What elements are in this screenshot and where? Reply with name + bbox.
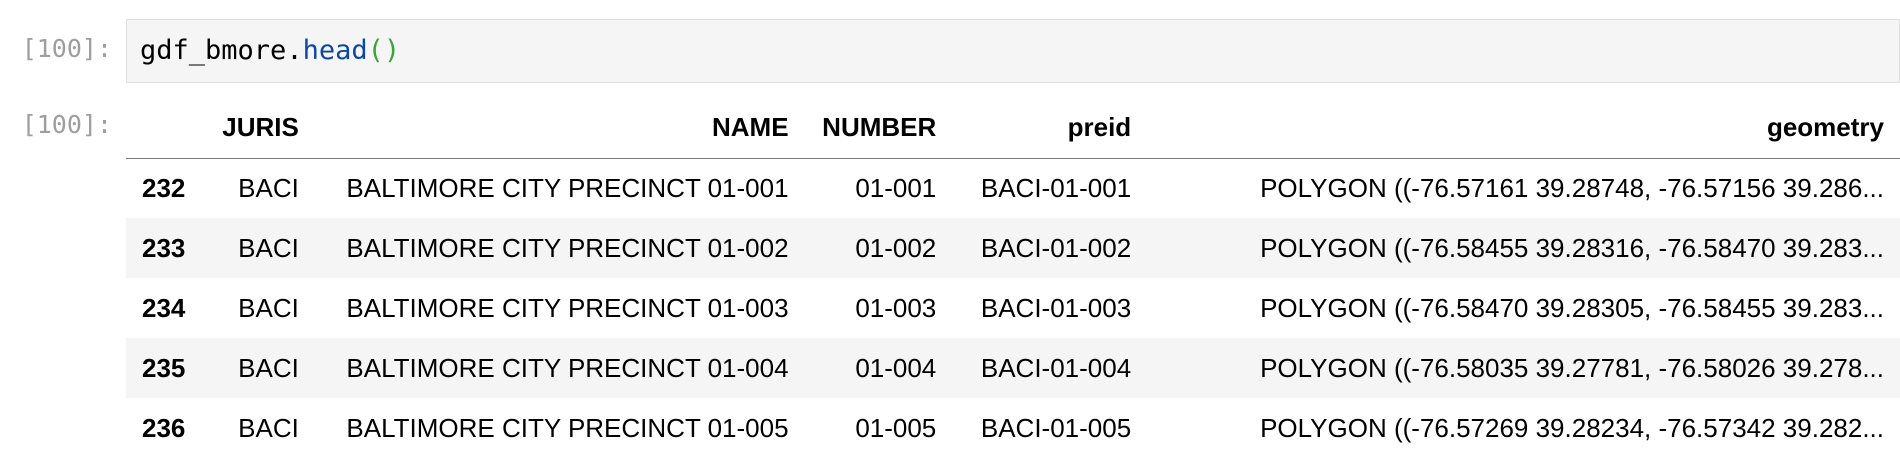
cell-geometry: POLYGON ((-76.57269 39.28234, -76.57342 …: [1260, 412, 1884, 443]
cell-juris: BACI: [238, 352, 299, 383]
row-index: 236: [142, 412, 186, 443]
cell-name: BALTIMORE CITY PRECINCT 01-003: [346, 292, 789, 323]
row-index: 232: [142, 172, 186, 203]
cell-juris: BACI: [238, 232, 299, 263]
table-row: 235 BACI BALTIMORE CITY PRECINCT 01-004 …: [126, 338, 1900, 398]
code-dot: .: [286, 35, 303, 66]
table-row: 232 BACI BALTIMORE CITY PRECINCT 01-001 …: [126, 158, 1900, 218]
code-parens: (): [367, 35, 401, 66]
table-row: 233 BACI BALTIMORE CITY PRECINCT 01-002 …: [126, 218, 1900, 278]
cell-preid: BACI-01-004: [980, 352, 1132, 383]
cell-juris: BACI: [238, 172, 299, 203]
column-header-name: NAME: [314, 98, 805, 159]
code-input-cell[interactable]: gdf_bmore.head(): [126, 19, 1900, 83]
code-method: head: [302, 35, 368, 66]
cell-number: 01-004: [855, 352, 937, 383]
cell-name: BALTIMORE CITY PRECINCT 01-005: [346, 412, 789, 443]
column-header-preid: preid: [952, 98, 1148, 159]
cell-number: 01-005: [855, 412, 937, 443]
cell-geometry: POLYGON ((-76.58455 39.28316, -76.58470 …: [1260, 232, 1884, 263]
code-line[interactable]: gdf_bmore.head(): [140, 36, 400, 66]
dataframe-table: JURIS NAME NUMBER preid geometry 232 BAC…: [126, 98, 1900, 458]
cell-geometry: POLYGON ((-76.58470 39.28305, -76.58455 …: [1260, 292, 1884, 323]
table-row: 234 BACI BALTIMORE CITY PRECINCT 01-003 …: [126, 278, 1900, 338]
cell-name: BALTIMORE CITY PRECINCT 01-001: [346, 172, 789, 203]
cell-number: 01-002: [855, 232, 937, 263]
cell-preid: BACI-01-002: [980, 232, 1132, 263]
column-header-juris: JURIS: [201, 98, 315, 159]
cell-geometry: POLYGON ((-76.57161 39.28748, -76.57156 …: [1260, 172, 1884, 203]
cell-juris: BACI: [238, 292, 299, 323]
row-index: 234: [142, 292, 186, 323]
cell-preid: BACI-01-003: [980, 292, 1132, 323]
table-header-row: JURIS NAME NUMBER preid geometry: [126, 98, 1900, 159]
row-index: 233: [142, 232, 186, 263]
cell-preid: BACI-01-005: [980, 412, 1132, 443]
input-prompt: [100]:: [21, 34, 112, 63]
code-variable: gdf_bmore: [140, 35, 287, 66]
column-header-geometry: geometry: [1147, 98, 1900, 159]
column-header-number: NUMBER: [804, 98, 953, 159]
cell-number: 01-003: [855, 292, 937, 323]
cell-name: BALTIMORE CITY PRECINCT 01-002: [346, 232, 789, 263]
cell-number: 01-001: [855, 172, 937, 203]
cell-name: BALTIMORE CITY PRECINCT 01-004: [346, 352, 789, 383]
row-index: 235: [142, 352, 186, 383]
cell-juris: BACI: [238, 412, 299, 443]
table-row: 236 BACI BALTIMORE CITY PRECINCT 01-005 …: [126, 398, 1900, 458]
column-header-index: [126, 98, 202, 159]
cell-geometry: POLYGON ((-76.58035 39.27781, -76.58026 …: [1260, 352, 1884, 383]
output-prompt: [100]:: [21, 110, 112, 139]
cell-preid: BACI-01-001: [980, 172, 1132, 203]
